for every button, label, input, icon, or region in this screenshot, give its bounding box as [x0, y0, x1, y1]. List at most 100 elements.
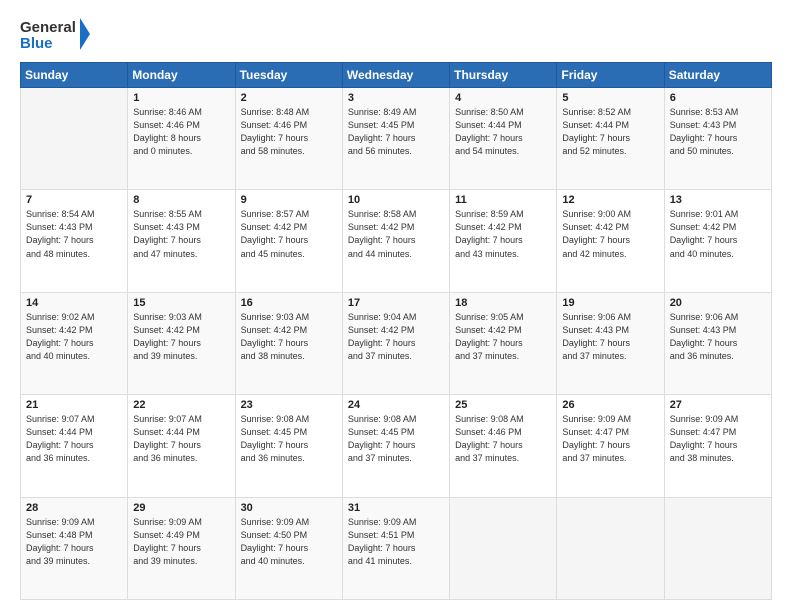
calendar-cell: 10 Sunrise: 8:58 AM Sunset: 4:42 PM Dayli…	[342, 190, 449, 292]
day-info: Sunrise: 9:00 AM Sunset: 4:42 PM Dayligh…	[562, 208, 658, 260]
calendar-cell: 17 Sunrise: 9:04 AM Sunset: 4:42 PM Dayli…	[342, 292, 449, 394]
day-info: Sunrise: 9:09 AM Sunset: 4:47 PM Dayligh…	[562, 413, 658, 465]
day-info: Sunrise: 9:09 AM Sunset: 4:47 PM Dayligh…	[670, 413, 766, 465]
calendar-week-3: 14 Sunrise: 9:02 AM Sunset: 4:42 PM Dayli…	[21, 292, 772, 394]
calendar-cell: 28 Sunrise: 9:09 AM Sunset: 4:48 PM Dayli…	[21, 497, 128, 599]
day-number: 29	[133, 502, 229, 514]
day-number: 23	[241, 399, 337, 411]
day-info: Sunrise: 8:54 AM Sunset: 4:43 PM Dayligh…	[26, 208, 122, 260]
calendar-cell	[450, 497, 557, 599]
day-info: Sunrise: 9:09 AM Sunset: 4:50 PM Dayligh…	[241, 516, 337, 568]
calendar-cell: 31 Sunrise: 9:09 AM Sunset: 4:51 PM Dayli…	[342, 497, 449, 599]
calendar-cell: 8 Sunrise: 8:55 AM Sunset: 4:43 PM Daylig…	[128, 190, 235, 292]
day-info: Sunrise: 9:02 AM Sunset: 4:42 PM Dayligh…	[26, 311, 122, 363]
day-info: Sunrise: 9:07 AM Sunset: 4:44 PM Dayligh…	[26, 413, 122, 465]
day-number: 26	[562, 399, 658, 411]
calendar-cell: 29 Sunrise: 9:09 AM Sunset: 4:49 PM Dayli…	[128, 497, 235, 599]
day-info: Sunrise: 8:52 AM Sunset: 4:44 PM Dayligh…	[562, 106, 658, 158]
day-number: 31	[348, 502, 444, 514]
day-number: 6	[670, 92, 766, 104]
calendar-cell: 12 Sunrise: 9:00 AM Sunset: 4:42 PM Dayli…	[557, 190, 664, 292]
day-number: 19	[562, 297, 658, 309]
day-info: Sunrise: 9:06 AM Sunset: 4:43 PM Dayligh…	[562, 311, 658, 363]
calendar-cell: 5 Sunrise: 8:52 AM Sunset: 4:44 PM Daylig…	[557, 88, 664, 190]
day-number: 9	[241, 194, 337, 206]
day-number: 3	[348, 92, 444, 104]
col-header-thursday: Thursday	[450, 63, 557, 88]
day-info: Sunrise: 9:09 AM Sunset: 4:49 PM Dayligh…	[133, 516, 229, 568]
calendar-cell: 25 Sunrise: 9:08 AM Sunset: 4:46 PM Dayli…	[450, 395, 557, 497]
day-info: Sunrise: 8:46 AM Sunset: 4:46 PM Dayligh…	[133, 106, 229, 158]
day-number: 25	[455, 399, 551, 411]
day-info: Sunrise: 9:03 AM Sunset: 4:42 PM Dayligh…	[133, 311, 229, 363]
calendar-cell: 9 Sunrise: 8:57 AM Sunset: 4:42 PM Daylig…	[235, 190, 342, 292]
day-number: 30	[241, 502, 337, 514]
calendar-cell: 26 Sunrise: 9:09 AM Sunset: 4:47 PM Dayli…	[557, 395, 664, 497]
calendar-cell: 16 Sunrise: 9:03 AM Sunset: 4:42 PM Dayli…	[235, 292, 342, 394]
day-info: Sunrise: 9:08 AM Sunset: 4:46 PM Dayligh…	[455, 413, 551, 465]
day-number: 7	[26, 194, 122, 206]
day-info: Sunrise: 9:05 AM Sunset: 4:42 PM Dayligh…	[455, 311, 551, 363]
calendar-cell: 30 Sunrise: 9:09 AM Sunset: 4:50 PM Dayli…	[235, 497, 342, 599]
day-number: 4	[455, 92, 551, 104]
calendar-cell: 20 Sunrise: 9:06 AM Sunset: 4:43 PM Dayli…	[664, 292, 771, 394]
day-number: 28	[26, 502, 122, 514]
day-number: 27	[670, 399, 766, 411]
svg-text:General: General	[20, 19, 76, 36]
calendar-cell: 11 Sunrise: 8:59 AM Sunset: 4:42 PM Dayli…	[450, 190, 557, 292]
day-number: 15	[133, 297, 229, 309]
day-info: Sunrise: 8:53 AM Sunset: 4:43 PM Dayligh…	[670, 106, 766, 158]
day-info: Sunrise: 8:50 AM Sunset: 4:44 PM Dayligh…	[455, 106, 551, 158]
day-info: Sunrise: 8:58 AM Sunset: 4:42 PM Dayligh…	[348, 208, 444, 260]
day-info: Sunrise: 9:03 AM Sunset: 4:42 PM Dayligh…	[241, 311, 337, 363]
calendar-cell: 21 Sunrise: 9:07 AM Sunset: 4:44 PM Dayli…	[21, 395, 128, 497]
day-number: 8	[133, 194, 229, 206]
day-number: 11	[455, 194, 551, 206]
day-info: Sunrise: 9:01 AM Sunset: 4:42 PM Dayligh…	[670, 208, 766, 260]
calendar-cell	[664, 497, 771, 599]
day-info: Sunrise: 9:04 AM Sunset: 4:42 PM Dayligh…	[348, 311, 444, 363]
day-number: 1	[133, 92, 229, 104]
calendar-week-2: 7 Sunrise: 8:54 AM Sunset: 4:43 PM Daylig…	[21, 190, 772, 292]
calendar-cell: 23Sunrise: 9:08 AM Sunset: 4:45 PM Dayli…	[235, 395, 342, 497]
col-header-sunday: Sunday	[21, 63, 128, 88]
day-info: Sunrise: 8:57 AM Sunset: 4:42 PM Dayligh…	[241, 208, 337, 260]
calendar-cell	[557, 497, 664, 599]
day-number: 5	[562, 92, 658, 104]
day-info: Sunrise: 9:09 AM Sunset: 4:48 PM Dayligh…	[26, 516, 122, 568]
day-number: 16	[241, 297, 337, 309]
day-info: Sunrise: 9:09 AM Sunset: 4:51 PM Dayligh…	[348, 516, 444, 568]
calendar-cell: 2Sunrise: 8:48 AM Sunset: 4:46 PM Daylig…	[235, 88, 342, 190]
logo-svg: GeneralBlue	[20, 16, 90, 54]
day-number: 14	[26, 297, 122, 309]
day-info: Sunrise: 8:49 AM Sunset: 4:45 PM Dayligh…	[348, 106, 444, 158]
day-number: 10	[348, 194, 444, 206]
calendar-cell: 4 Sunrise: 8:50 AM Sunset: 4:44 PM Daylig…	[450, 88, 557, 190]
day-number: 21	[26, 399, 122, 411]
calendar-cell: 14 Sunrise: 9:02 AM Sunset: 4:42 PM Dayli…	[21, 292, 128, 394]
day-info: Sunrise: 9:06 AM Sunset: 4:43 PM Dayligh…	[670, 311, 766, 363]
page-header: GeneralBlue	[20, 16, 772, 54]
calendar-week-5: 28 Sunrise: 9:09 AM Sunset: 4:48 PM Dayli…	[21, 497, 772, 599]
col-header-monday: Monday	[128, 63, 235, 88]
calendar-table: SundayMondayTuesdayWednesdayThursdayFrid…	[20, 62, 772, 600]
day-number: 22	[133, 399, 229, 411]
calendar-cell: 7 Sunrise: 8:54 AM Sunset: 4:43 PM Daylig…	[21, 190, 128, 292]
calendar-week-1: 1 Sunrise: 8:46 AM Sunset: 4:46 PM Daylig…	[21, 88, 772, 190]
calendar-cell: 3 Sunrise: 8:49 AM Sunset: 4:45 PM Daylig…	[342, 88, 449, 190]
day-number: 17	[348, 297, 444, 309]
day-info: Sunrise: 8:59 AM Sunset: 4:42 PM Dayligh…	[455, 208, 551, 260]
col-header-tuesday: Tuesday	[235, 63, 342, 88]
day-number: 20	[670, 297, 766, 309]
logo: GeneralBlue	[20, 16, 90, 54]
day-info: Sunrise: 9:08 AM Sunset: 4:45 PM Dayligh…	[348, 413, 444, 465]
svg-text:Blue: Blue	[20, 35, 53, 52]
calendar-cell: 24Sunrise: 9:08 AM Sunset: 4:45 PM Dayli…	[342, 395, 449, 497]
day-info: Sunrise: 8:55 AM Sunset: 4:43 PM Dayligh…	[133, 208, 229, 260]
calendar-cell: 27 Sunrise: 9:09 AM Sunset: 4:47 PM Dayli…	[664, 395, 771, 497]
day-number: 12	[562, 194, 658, 206]
day-number: 18	[455, 297, 551, 309]
col-header-wednesday: Wednesday	[342, 63, 449, 88]
day-number: 2	[241, 92, 337, 104]
calendar-header-row: SundayMondayTuesdayWednesdayThursdayFrid…	[21, 63, 772, 88]
